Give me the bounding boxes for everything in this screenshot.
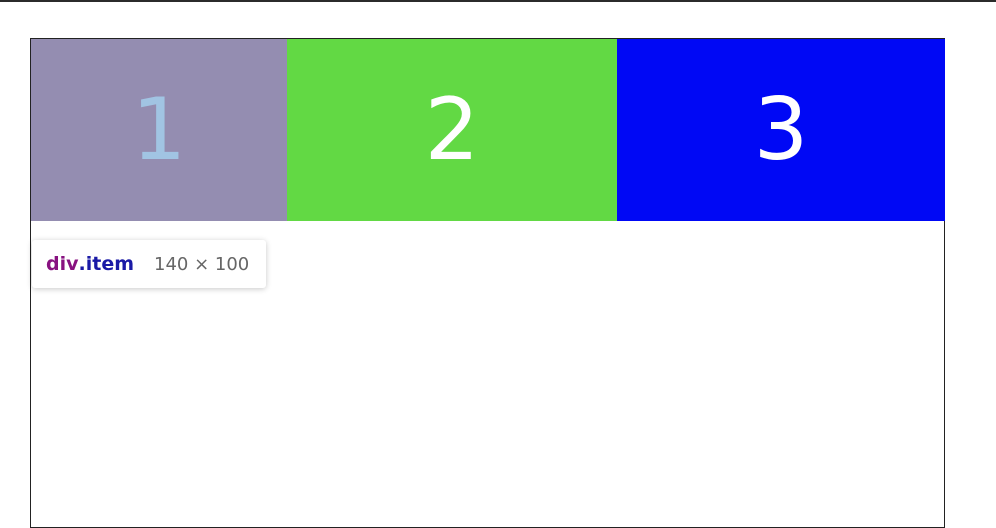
item-3-label: 3 (753, 80, 809, 180)
item-3[interactable]: 3 (617, 39, 945, 221)
item-1[interactable]: 1 (31, 39, 287, 221)
items-row: 1 2 3 (31, 39, 945, 221)
inspector-tooltip: div .item 140 × 100 (32, 240, 266, 288)
top-divider (0, 0, 996, 2)
item-2[interactable]: 2 (287, 39, 617, 221)
item-1-label: 1 (131, 80, 187, 180)
tooltip-dimensions: 140 × 100 (154, 253, 250, 275)
item-2-label: 2 (424, 80, 480, 180)
tooltip-tag-name: div (46, 253, 79, 275)
tooltip-class-name: .item (78, 253, 135, 275)
